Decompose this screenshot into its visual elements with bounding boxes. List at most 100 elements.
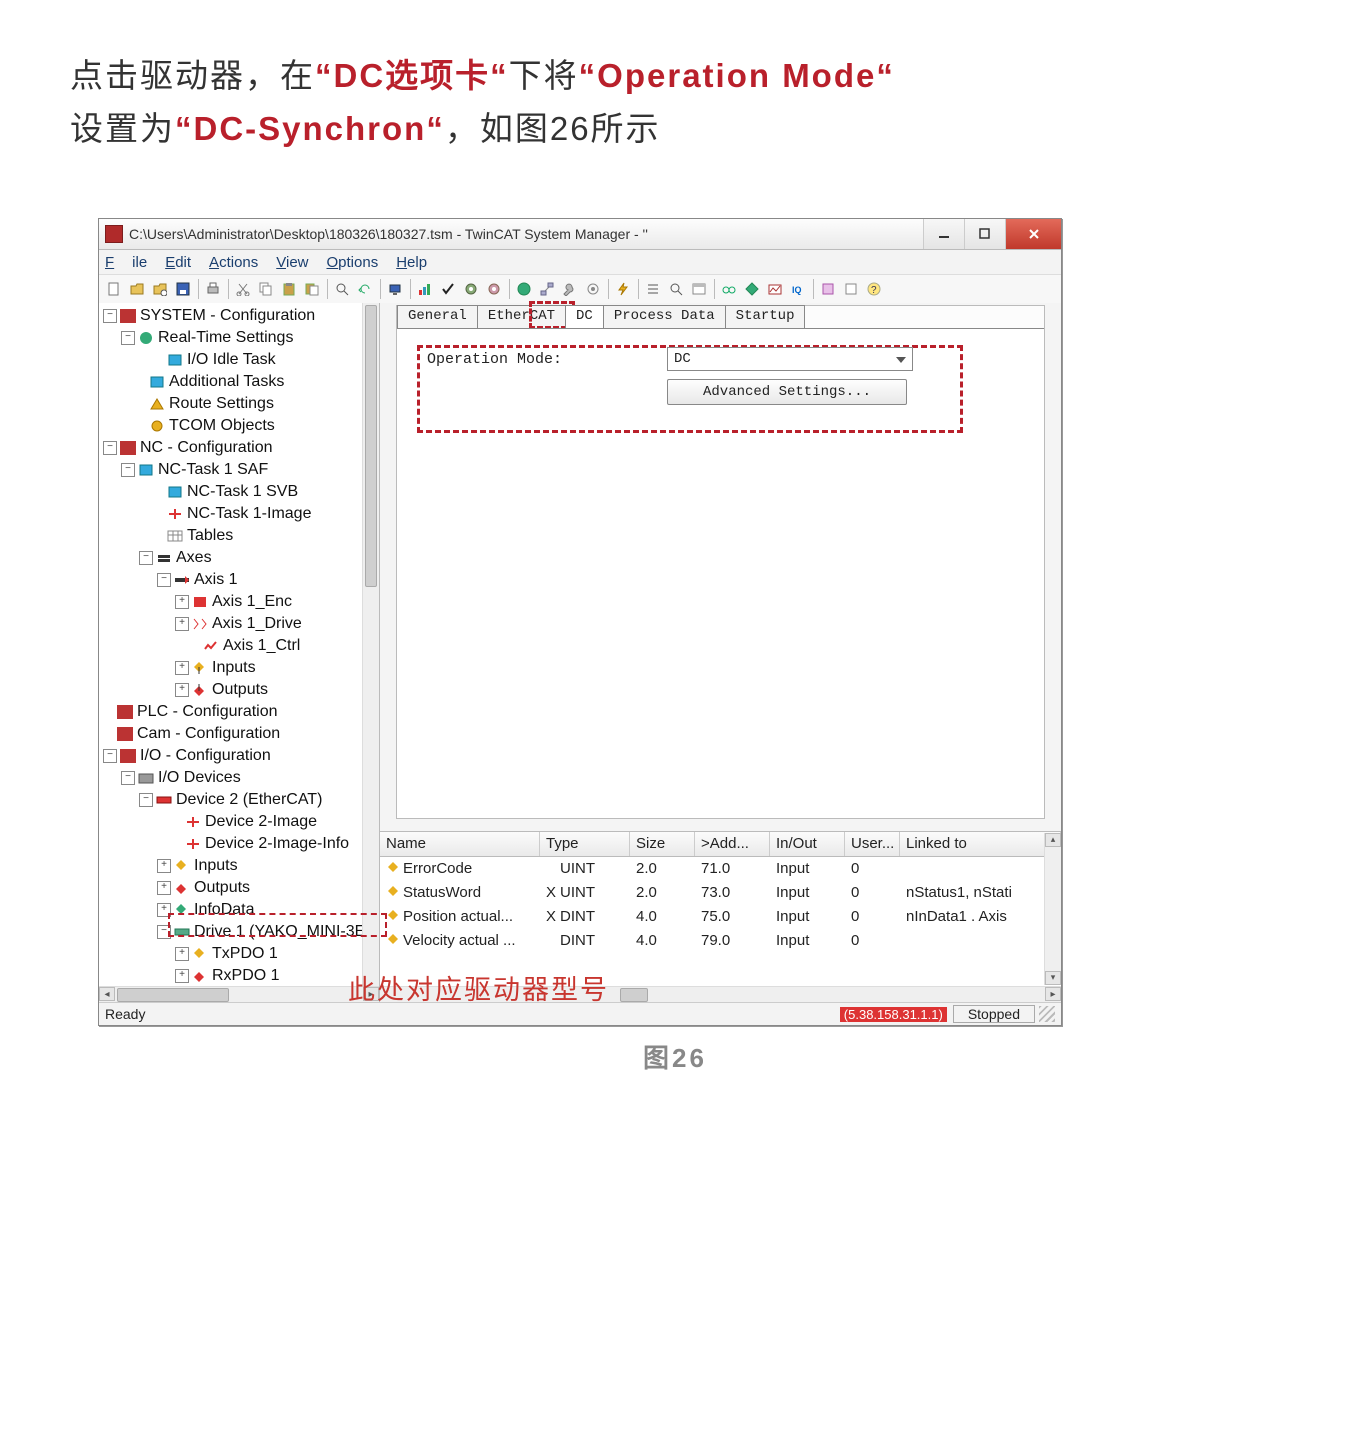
svg-text:IQ: IQ: [792, 285, 802, 295]
panel-icon[interactable]: [688, 278, 710, 300]
menubar: File Edit Actions View Options Help: [99, 250, 1061, 275]
tree-item[interactable]: −SYSTEM - Configuration: [103, 305, 379, 327]
tab-dc[interactable]: DC: [565, 305, 604, 328]
tree-item[interactable]: NC-Task 1 SVB: [103, 481, 379, 503]
tree-item[interactable]: +Axis 1_Drive: [103, 613, 379, 635]
find-icon[interactable]: [331, 278, 353, 300]
tree-item[interactable]: Route Settings: [103, 393, 379, 415]
tree-item[interactable]: Axis 1_Ctrl: [103, 635, 379, 657]
print-icon[interactable]: [202, 278, 224, 300]
tree-hscrollbar[interactable]: ◂▸: [99, 986, 379, 1003]
device-icon[interactable]: [384, 278, 406, 300]
tree-item[interactable]: −Real-Time Settings: [103, 327, 379, 349]
diamond-green-icon[interactable]: [741, 278, 763, 300]
open-icon[interactable]: [126, 278, 148, 300]
grid-row[interactable]: StatusWord XUINT 2.0 73.0 Input 0 nStatu…: [380, 881, 1061, 905]
tree-item[interactable]: −Axis 1: [103, 569, 379, 591]
tree-panel: −SYSTEM - Configuration −Real-Time Setti…: [99, 303, 380, 1003]
grid-vscrollbar[interactable]: ▴▾: [1044, 833, 1061, 985]
menu-file[interactable]: File: [105, 254, 147, 271]
operation-mode-label: Operation Mode:: [427, 351, 562, 368]
zoom-icon[interactable]: [665, 278, 687, 300]
target-icon[interactable]: [582, 278, 604, 300]
menu-actions[interactable]: Actions: [209, 254, 258, 271]
operation-mode-select[interactable]: DC: [667, 347, 913, 371]
save-icon[interactable]: [172, 278, 194, 300]
tree-vscrollbar[interactable]: [362, 303, 379, 989]
grid-row[interactable]: ErrorCode UINT 2.0 71.0 Input 0: [380, 857, 1061, 881]
tab-host: General EtherCAT DC Process Data Startup…: [396, 305, 1045, 819]
bar-icon[interactable]: [414, 278, 436, 300]
tree-item[interactable]: −I/O - Configuration: [103, 745, 379, 767]
book-icon[interactable]: [817, 278, 839, 300]
tree-item[interactable]: +Inputs: [103, 657, 379, 679]
grid-header[interactable]: Name Type Size >Add... In/Out User... Li…: [380, 832, 1061, 857]
copy-icon[interactable]: [255, 278, 277, 300]
square-icon[interactable]: [840, 278, 862, 300]
status-ip: (5.38.158.31.1.1): [840, 1007, 947, 1022]
openrecent-icon[interactable]: [149, 278, 171, 300]
tree-item[interactable]: TCOM Objects: [103, 415, 379, 437]
menu-edit[interactable]: Edit: [165, 254, 191, 271]
right-panel: General EtherCAT DC Process Data Startup…: [380, 303, 1061, 1003]
menu-options[interactable]: Options: [327, 254, 379, 271]
gear1-icon[interactable]: [460, 278, 482, 300]
tab-startup[interactable]: Startup: [725, 305, 806, 328]
advanced-settings-button[interactable]: Advanced Settings...: [667, 379, 907, 405]
tree-item[interactable]: +Outputs: [103, 679, 379, 701]
check-icon[interactable]: [437, 278, 459, 300]
menu-help[interactable]: Help: [396, 254, 427, 271]
undo-icon[interactable]: [354, 278, 376, 300]
tree-item[interactable]: NC-Task 1-Image: [103, 503, 379, 525]
close-button[interactable]: [1005, 219, 1061, 249]
tab-process-data[interactable]: Process Data: [603, 305, 726, 328]
grid-row[interactable]: Velocity actual ... DINT 4.0 79.0 Input …: [380, 929, 1061, 953]
tree-item[interactable]: +Inputs: [103, 855, 379, 877]
grid-row[interactable]: Position actual... XDINT 4.0 75.0 Input …: [380, 905, 1061, 929]
tree-item[interactable]: −Axes: [103, 547, 379, 569]
annotation-note: 此处对应驱动器型号: [348, 968, 609, 1007]
maximize-button[interactable]: [964, 219, 1005, 249]
titlebar[interactable]: C:\Users\Administrator\Desktop\180326\18…: [99, 219, 1061, 250]
figure-caption: 图26: [0, 1038, 1350, 1075]
status-ready: Ready: [105, 1006, 145, 1022]
scope-icon[interactable]: [764, 278, 786, 300]
pasteall-icon[interactable]: [301, 278, 323, 300]
toolbar: IQ ?: [99, 275, 1061, 304]
tree-item[interactable]: Device 2-Image-Info: [103, 833, 379, 855]
tree-item[interactable]: PLC - Configuration: [103, 701, 379, 723]
app-window: C:\Users\Administrator\Desktop\180326\18…: [98, 218, 1062, 1026]
tree-item[interactable]: −NC - Configuration: [103, 437, 379, 459]
link-icon[interactable]: [536, 278, 558, 300]
globe-icon[interactable]: [513, 278, 535, 300]
window-title: C:\Users\Administrator\Desktop\180326\18…: [129, 226, 923, 242]
tree-item[interactable]: Additional Tasks: [103, 371, 379, 393]
tree-item[interactable]: Device 2-Image: [103, 811, 379, 833]
app-icon: [105, 225, 123, 243]
tree-item[interactable]: −NC-Task 1 SAF: [103, 459, 379, 481]
iq-icon[interactable]: IQ: [787, 278, 809, 300]
tree-item[interactable]: +RxPDO 1: [103, 965, 379, 987]
status-state: Stopped: [953, 1005, 1035, 1023]
bolt-icon[interactable]: [612, 278, 634, 300]
tree-item[interactable]: −I/O Devices: [103, 767, 379, 789]
resize-grip-icon[interactable]: [1039, 1006, 1055, 1022]
list-icon[interactable]: [642, 278, 664, 300]
help-icon[interactable]: ?: [863, 278, 885, 300]
tree-item[interactable]: Tables: [103, 525, 379, 547]
paste-icon[interactable]: [278, 278, 300, 300]
cut-icon[interactable]: [232, 278, 254, 300]
tree-item[interactable]: −Device 2 (EtherCAT): [103, 789, 379, 811]
new-icon[interactable]: [103, 278, 125, 300]
glasses-icon[interactable]: [718, 278, 740, 300]
tree-item[interactable]: +Axis 1_Enc: [103, 591, 379, 613]
tree-item[interactable]: +Outputs: [103, 877, 379, 899]
tree-item[interactable]: I/O Idle Task: [103, 349, 379, 371]
tree-item[interactable]: +TxPDO 1: [103, 943, 379, 965]
tab-general[interactable]: General: [397, 305, 478, 328]
tree-item[interactable]: Cam - Configuration: [103, 723, 379, 745]
gear2-icon[interactable]: [483, 278, 505, 300]
wrench-icon[interactable]: [559, 278, 581, 300]
minimize-button[interactable]: [923, 219, 964, 249]
menu-view[interactable]: View: [276, 254, 308, 271]
